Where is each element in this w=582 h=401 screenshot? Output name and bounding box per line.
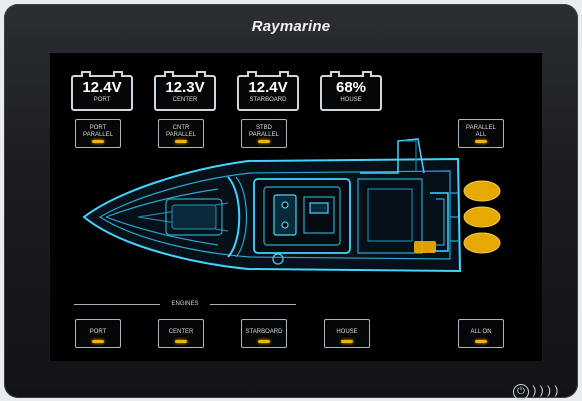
- battery-label: PORT: [93, 97, 111, 103]
- engine-starboard[interactable]: [464, 237, 504, 263]
- house-button[interactable]: HOUSE: [324, 319, 370, 348]
- all-on-button[interactable]: ALL ON: [458, 319, 504, 348]
- wireless-arcs-icon: ) ) ) ): [532, 383, 559, 397]
- power-control[interactable]: ⏻ ) ) ) ): [513, 382, 573, 400]
- button-label: HOUSE: [336, 329, 358, 335]
- status-indicator: [92, 340, 104, 343]
- battery-label: HOUSE: [340, 97, 362, 103]
- battery-label: CENTER: [172, 97, 198, 103]
- battery-terminal: [81, 71, 91, 77]
- divider-left: [74, 304, 160, 305]
- engines-section-header: ENGINES: [74, 299, 296, 309]
- battery-terminal: [330, 71, 340, 77]
- display-screen: 12.4V PORT 12.3V CENTER 12.4V STARBOARD …: [50, 53, 542, 361]
- button-label: PORT: [89, 329, 107, 335]
- button-label: CENTER: [168, 329, 194, 335]
- status-indicator: [175, 340, 187, 343]
- button-label: ALL ON: [470, 329, 492, 335]
- battery-voltage: 12.4V: [248, 79, 288, 96]
- power-icon[interactable]: ⏻: [513, 384, 529, 400]
- engine-port[interactable]: [464, 185, 504, 211]
- divider-right: [210, 304, 296, 305]
- engines-section-label: ENGINES: [165, 301, 205, 307]
- engine-center-button[interactable]: CENTER: [158, 319, 204, 348]
- battery-house: 68% HOUSE: [320, 71, 382, 111]
- status-indicator: [258, 340, 270, 343]
- engine-center[interactable]: [464, 211, 504, 237]
- battery-terminal: [196, 71, 206, 77]
- boat-diagram: [82, 138, 501, 273]
- engine-port-button[interactable]: PORT: [75, 319, 121, 348]
- button-label-line1: CNTR: [172, 125, 190, 131]
- battery-voltage: 12.3V: [165, 79, 205, 96]
- battery-terminal: [164, 71, 174, 77]
- battery-terminal: [113, 71, 123, 77]
- battery-center: 12.3V CENTER: [154, 71, 216, 111]
- button-label-line1: PARALLEL: [466, 125, 496, 131]
- status-indicator: [475, 340, 487, 343]
- battery-label: STARBOARD: [249, 97, 287, 103]
- button-label: STARBOARD: [245, 329, 283, 335]
- battery-voltage: 12.4V: [82, 79, 122, 96]
- battery-terminal: [362, 71, 372, 77]
- battery-terminal: [247, 71, 257, 77]
- battery-terminal: [279, 71, 289, 77]
- brand-logo: Raymarine: [251, 18, 331, 35]
- battery-percent: 68%: [335, 79, 367, 96]
- button-label-line1: STBD: [255, 125, 272, 131]
- battery-port: 12.4V PORT: [71, 71, 133, 111]
- button-label-line1: PORT: [89, 125, 107, 131]
- engine-starboard-button[interactable]: STARBOARD: [241, 319, 287, 348]
- battery-starboard: 12.4V STARBOARD: [237, 71, 299, 111]
- status-indicator: [341, 340, 353, 343]
